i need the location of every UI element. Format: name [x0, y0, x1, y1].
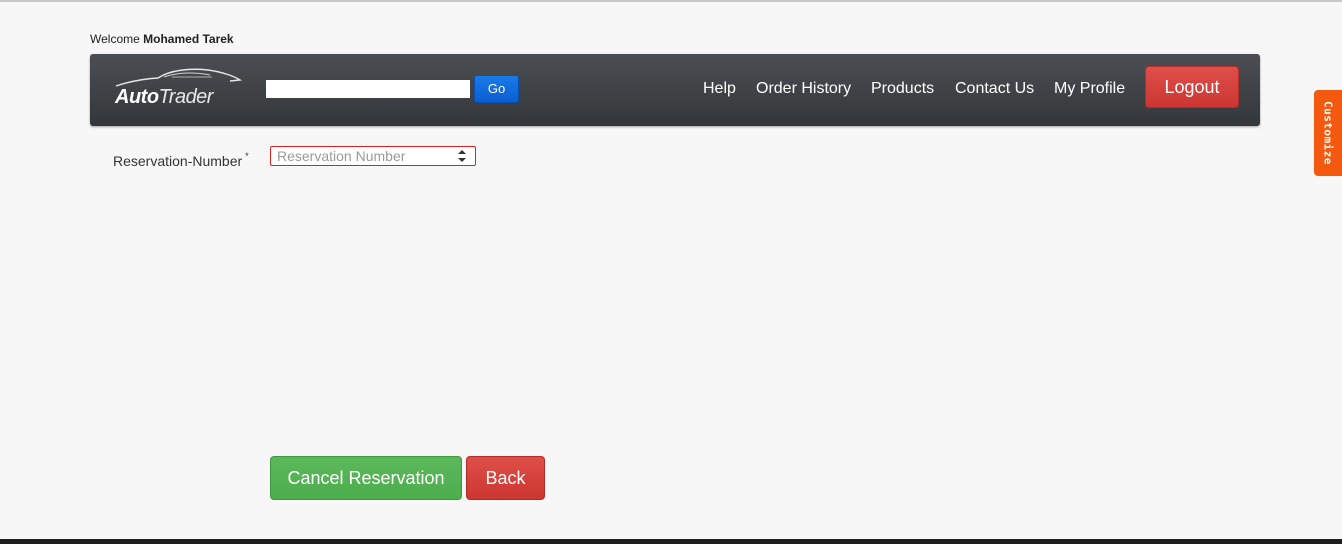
cancel-reservation-button[interactable]: Cancel Reservation	[270, 456, 462, 500]
top-navbar: AutoTrader Go Help Order History Product…	[90, 54, 1260, 126]
user-name: Mohamed Tarek	[143, 32, 234, 46]
reservation-number-input[interactable]	[271, 147, 453, 165]
required-marker: *	[245, 151, 249, 161]
spinner-arrows-icon	[458, 150, 466, 162]
search-input[interactable]	[266, 80, 470, 98]
customize-tab-label: Customize	[1321, 100, 1335, 166]
nav-link-help[interactable]: Help	[703, 80, 736, 98]
go-button[interactable]: Go	[474, 75, 519, 103]
logo-text-auto: Auto	[115, 86, 159, 108]
number-spinner[interactable]	[457, 149, 467, 163]
reservation-number-field[interactable]	[270, 146, 476, 166]
logo-text-trader: Trader	[158, 86, 214, 108]
logo-text: AutoTrader	[115, 86, 213, 109]
nav-link-my-profile[interactable]: My Profile	[1054, 80, 1125, 98]
reservation-number-label: Reservation-Number *	[113, 151, 249, 169]
welcome-prefix: Welcome	[90, 32, 140, 46]
welcome-message: Welcome Mohamed Tarek	[90, 32, 234, 46]
autotrader-logo[interactable]: AutoTrader	[112, 64, 244, 112]
back-button[interactable]: Back	[466, 456, 545, 500]
nav-link-contact-us[interactable]: Contact Us	[955, 80, 1034, 98]
bottom-border	[0, 539, 1342, 544]
reservation-number-label-text: Reservation-Number	[113, 153, 243, 169]
nav-link-products[interactable]: Products	[871, 80, 934, 98]
top-border	[0, 0, 1342, 2]
customize-tab[interactable]: Customize	[1314, 90, 1342, 176]
nav-link-order-history[interactable]: Order History	[756, 80, 851, 98]
logout-button[interactable]: Logout	[1145, 66, 1239, 108]
